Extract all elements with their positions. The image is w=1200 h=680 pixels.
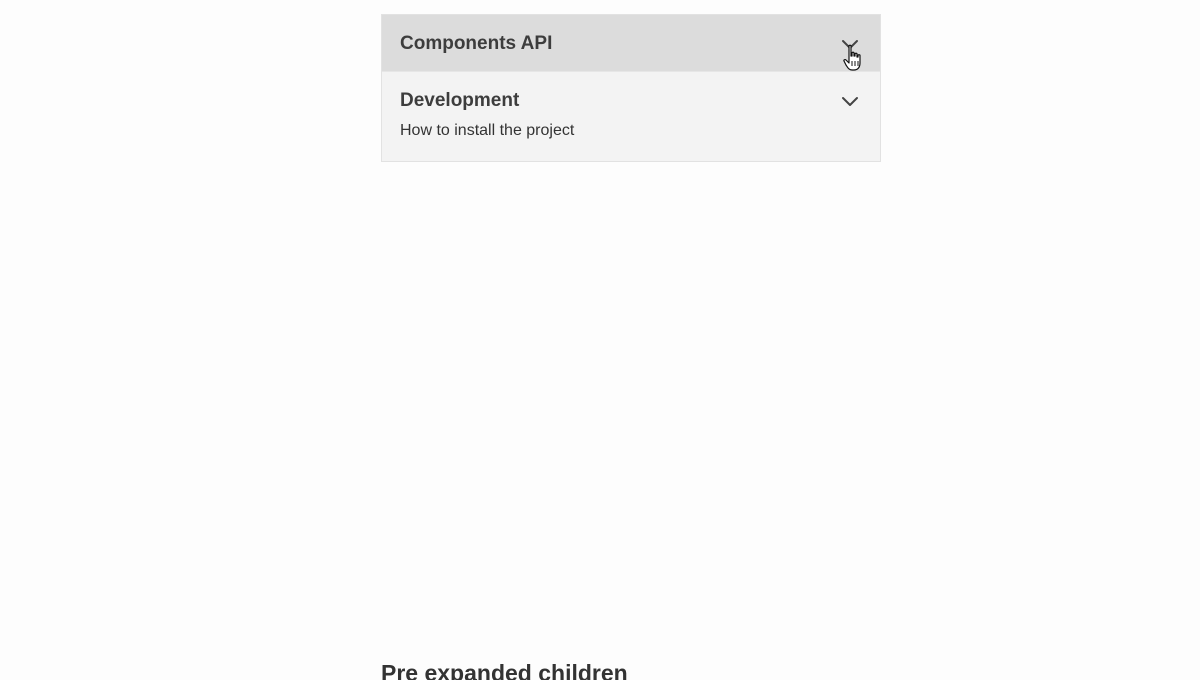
accordion-item-subtitle: How to install the project	[400, 122, 575, 139]
accordion: Components API Development How to instal…	[381, 14, 881, 162]
accordion-item-title: Development	[400, 90, 520, 111]
chevron-down-icon[interactable]	[840, 35, 860, 55]
accordion-item-title: Components API	[400, 33, 553, 54]
chevron-down-icon[interactable]	[840, 92, 860, 112]
accordion-item-components-api[interactable]: Components API	[382, 15, 880, 72]
page: Components API Development How to instal…	[0, 0, 1200, 680]
accordion-item-development[interactable]: Development How to install the project	[382, 72, 880, 161]
section-heading-pre-expanded: Pre expanded children	[381, 660, 628, 680]
